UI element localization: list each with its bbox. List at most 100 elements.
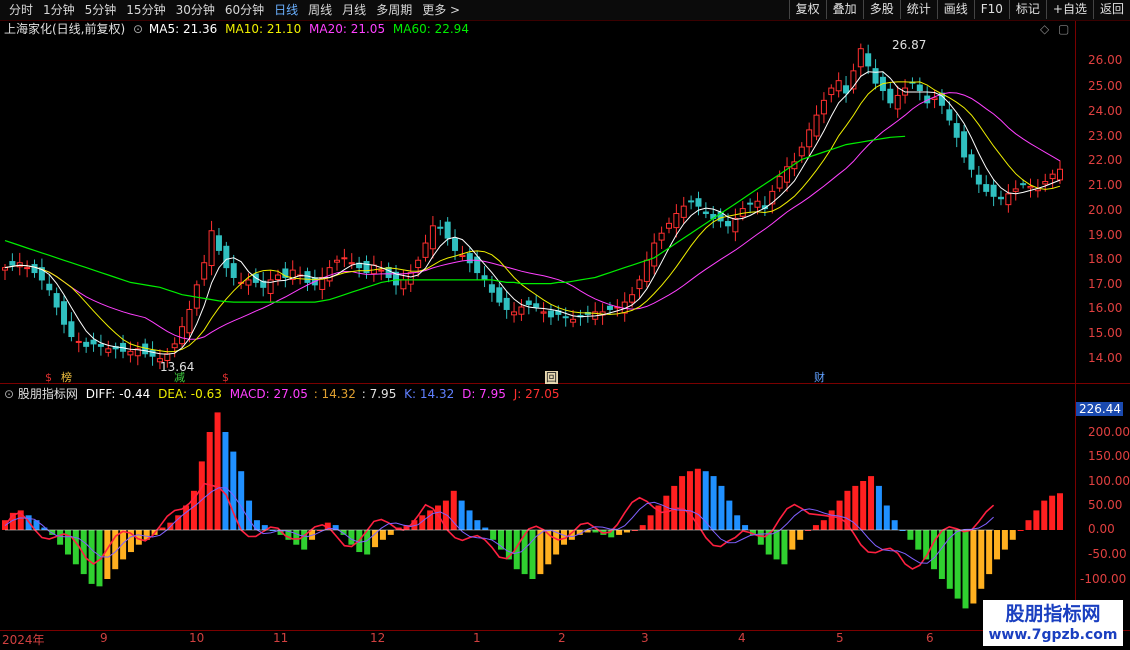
candle-body bbox=[562, 316, 569, 319]
candle-body bbox=[1049, 173, 1056, 180]
ma60-line bbox=[4, 135, 906, 303]
marker-dollar[interactable]: $ bbox=[44, 371, 53, 384]
macd-bar bbox=[883, 505, 890, 530]
macd-bar bbox=[938, 530, 945, 579]
candle-body bbox=[828, 87, 835, 96]
macd-bar bbox=[860, 481, 867, 530]
kline-chart[interactable] bbox=[0, 0, 1130, 650]
candle-body bbox=[385, 267, 392, 278]
candle-body bbox=[503, 297, 510, 310]
candle-body bbox=[813, 114, 820, 137]
indicator-tick: 150.00 bbox=[1088, 449, 1130, 463]
candle-body bbox=[540, 311, 547, 314]
candle-body bbox=[31, 264, 38, 274]
candle-body bbox=[400, 279, 407, 290]
candle-body bbox=[1012, 188, 1019, 192]
candle-body bbox=[887, 88, 894, 104]
candle-body bbox=[90, 339, 97, 345]
marker-hui[interactable]: 回 bbox=[545, 371, 558, 384]
candle-body bbox=[739, 208, 746, 217]
candle-body bbox=[806, 129, 813, 148]
candle-body bbox=[680, 205, 687, 218]
macd-bar bbox=[379, 530, 386, 540]
candle-body bbox=[9, 261, 16, 266]
candle-body bbox=[83, 341, 90, 347]
candle-body bbox=[843, 85, 850, 94]
macd-bar bbox=[978, 530, 985, 589]
candle-body bbox=[179, 326, 186, 345]
current-value-badge: 226.44 bbox=[1076, 402, 1123, 416]
macd-bar bbox=[537, 530, 544, 575]
macd-bar bbox=[812, 525, 819, 530]
candle-body bbox=[53, 293, 60, 308]
candle-body bbox=[688, 200, 695, 203]
candle-body bbox=[511, 311, 518, 316]
candle-body bbox=[983, 184, 990, 192]
marker-dollar[interactable]: $ bbox=[221, 371, 230, 384]
watermark: 股朋指标网 www.7gpzb.com bbox=[983, 600, 1123, 646]
macd-bar bbox=[1017, 530, 1024, 531]
candle-body bbox=[747, 202, 754, 205]
marker-bang[interactable]: 榜 bbox=[60, 371, 73, 384]
candle-body bbox=[245, 279, 252, 286]
low-price-label: 13.64 bbox=[160, 360, 195, 374]
macd-bar bbox=[875, 485, 882, 530]
candle-body bbox=[1057, 168, 1063, 181]
macd-bar bbox=[986, 530, 993, 575]
macd-bar bbox=[104, 530, 111, 579]
candle-body bbox=[732, 217, 739, 233]
marker-cai[interactable]: 财 bbox=[813, 371, 826, 384]
candle-body bbox=[702, 211, 709, 215]
candle-body bbox=[348, 262, 355, 265]
indicator-tick: 100.00 bbox=[1088, 474, 1130, 488]
candle-body bbox=[990, 184, 997, 197]
macd-bar bbox=[718, 485, 725, 530]
macd-bar bbox=[238, 471, 245, 530]
x-tick: 2 bbox=[558, 631, 566, 645]
macd-bar bbox=[797, 530, 804, 540]
macd-bar bbox=[836, 500, 843, 530]
candle-body bbox=[474, 256, 481, 274]
candle-body bbox=[422, 242, 429, 258]
x-tick: 11 bbox=[273, 631, 289, 645]
candle-body bbox=[208, 230, 215, 267]
candle-body bbox=[835, 80, 842, 92]
candle-body bbox=[415, 259, 422, 269]
macd-bar bbox=[852, 485, 859, 530]
macd-bar bbox=[663, 495, 670, 530]
candle-body bbox=[961, 131, 968, 158]
candle-body bbox=[1027, 185, 1034, 189]
candle-body bbox=[459, 254, 466, 257]
macd-bar bbox=[726, 500, 733, 530]
candle-body bbox=[665, 222, 672, 229]
candle-body bbox=[946, 109, 953, 121]
macd-bar bbox=[214, 412, 221, 530]
macd-bar bbox=[474, 520, 481, 530]
candle-body bbox=[651, 242, 658, 267]
candle-body bbox=[872, 68, 879, 84]
macd-bar bbox=[159, 527, 166, 530]
candle-body bbox=[643, 259, 650, 282]
macd-bar bbox=[828, 510, 835, 530]
x-tick: 2024年 bbox=[2, 633, 45, 647]
candle-body bbox=[754, 200, 761, 208]
candle-body bbox=[466, 253, 473, 264]
candle-body bbox=[629, 294, 636, 303]
macd-bar bbox=[742, 525, 749, 530]
indicator-axis: 226.44 200.00 150.00 100.00 50.00 0.00 -… bbox=[1076, 0, 1130, 630]
macd-bar bbox=[891, 520, 898, 530]
candle-body bbox=[444, 221, 451, 239]
macd-bar bbox=[931, 530, 938, 570]
watermark-url: www.7gpzb.com bbox=[988, 627, 1118, 643]
candle-body bbox=[223, 245, 230, 269]
macd-bar bbox=[206, 432, 213, 530]
x-tick: 6 bbox=[926, 631, 934, 645]
candle-body bbox=[333, 259, 340, 263]
macd-bar bbox=[1057, 493, 1063, 530]
x-tick: 1 bbox=[473, 631, 481, 645]
candle-body bbox=[820, 99, 827, 115]
macd-bar bbox=[710, 476, 717, 530]
macd-bar bbox=[946, 530, 953, 589]
candle-body bbox=[769, 190, 776, 205]
macd-bar bbox=[387, 530, 394, 535]
